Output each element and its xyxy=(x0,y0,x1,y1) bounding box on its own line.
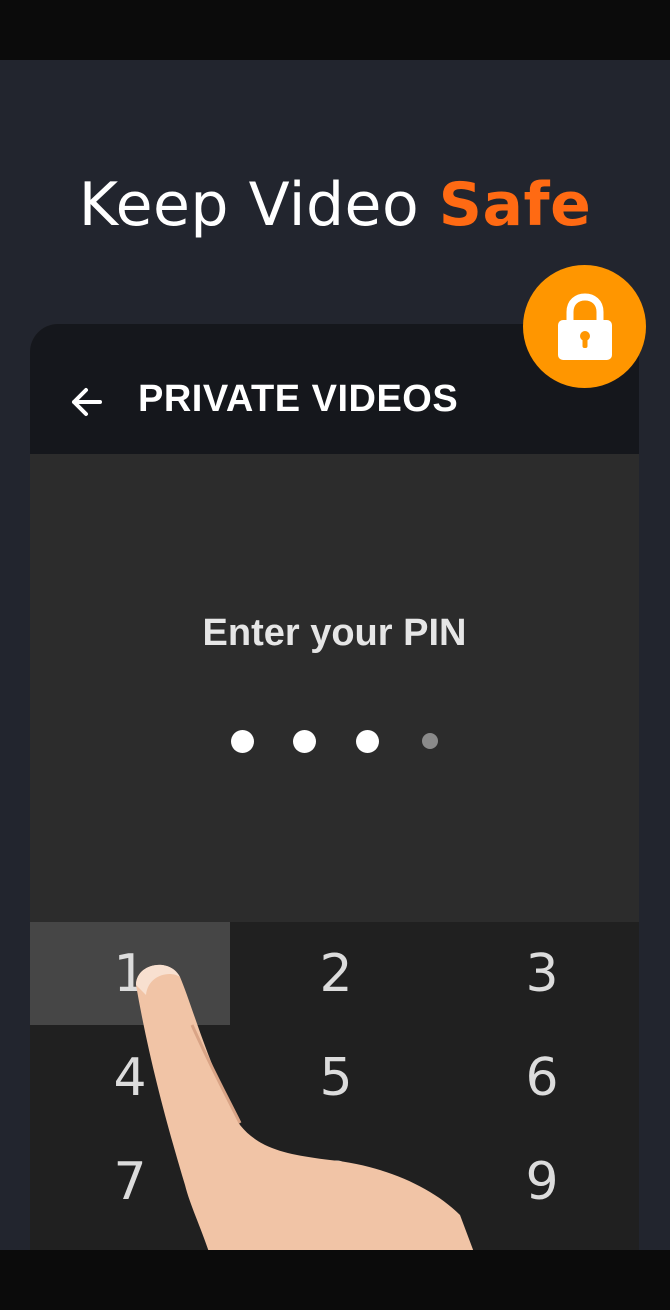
headline-prefix: Keep Video xyxy=(78,170,439,240)
lock-icon xyxy=(557,292,612,360)
pin-dot-filled xyxy=(230,729,254,753)
pin-dot-filled xyxy=(293,729,316,753)
headline-accent: Safe xyxy=(438,170,592,240)
headline: Keep Video Safe xyxy=(0,170,670,240)
navigation-bar xyxy=(0,1250,670,1310)
arrow-left-icon[interactable] xyxy=(66,382,106,422)
lock-badge xyxy=(523,265,646,388)
status-bar xyxy=(0,0,670,60)
pin-dot-filled xyxy=(355,729,379,753)
pin-indicator xyxy=(30,729,639,753)
hand-pointer-icon xyxy=(136,964,475,1255)
pin-prompt: Enter your PIN xyxy=(202,612,467,654)
pin-dot-empty xyxy=(421,733,438,749)
page-title: PRIVATE VIDEOS xyxy=(138,378,459,420)
